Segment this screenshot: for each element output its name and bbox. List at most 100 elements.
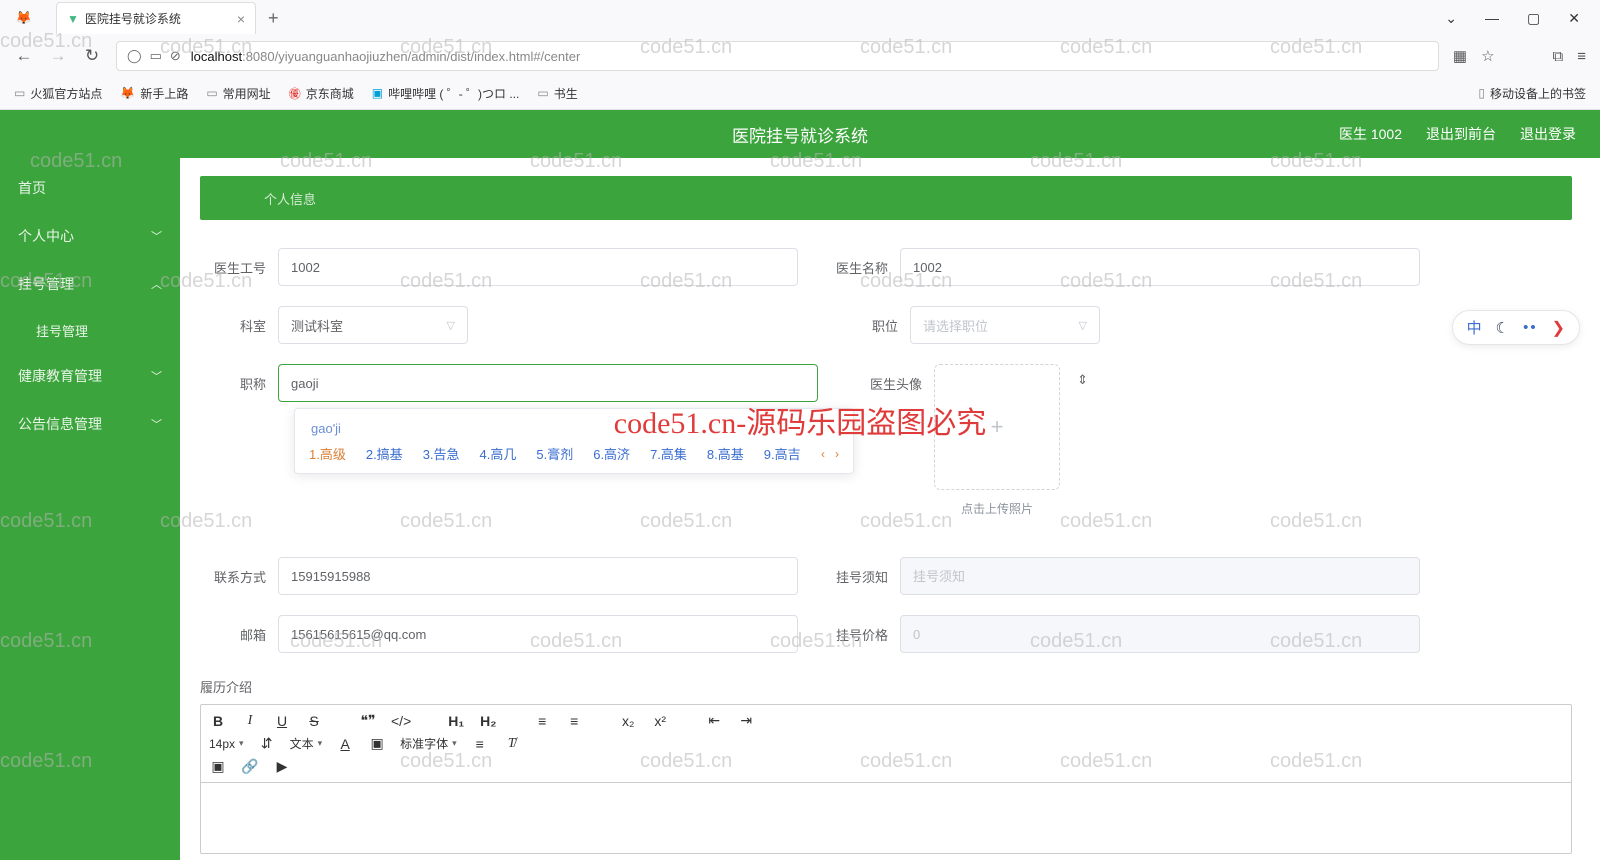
dept-label: 科室 (200, 306, 278, 335)
editor-content[interactable] (201, 783, 1571, 853)
reload-button[interactable]: ↻ (82, 46, 102, 66)
new-tab-button[interactable]: + (268, 8, 279, 29)
h2-button[interactable]: H₂ (479, 713, 497, 729)
more-icon[interactable]: •• (1523, 319, 1538, 336)
expand-arrow-icon[interactable]: ❯ (1552, 318, 1565, 338)
chevron-down-icon: ﹀ (151, 416, 162, 432)
bookmark-item[interactable]: ㊝京东商城 (289, 85, 354, 102)
firefox-logo-icon: 🦊 (10, 4, 38, 32)
sup-button[interactable]: x² (651, 713, 669, 729)
position-select[interactable]: 请选择职位▽ (910, 306, 1100, 344)
font-size-select[interactable]: 14px▾ (209, 737, 244, 751)
forward-button[interactable]: → (48, 46, 68, 66)
sidebar-item-home[interactable]: 首页 (0, 164, 180, 212)
mobile-bookmarks[interactable]: ▯移动设备上的书签 (1478, 85, 1586, 102)
bookmark-item[interactable]: ▭火狐官方站点 (14, 85, 102, 102)
minimize-icon[interactable]: — (1485, 10, 1499, 27)
ime-candidate-popup: gao'ji 1.高级 2.搞基 3.告急 4.高几 5.膏剂 6.高济 7.高… (294, 408, 854, 474)
doctor-name-input[interactable] (900, 248, 1420, 286)
app-header: 医院挂号就诊系统 医生 1002 退出到前台 退出登录 (0, 110, 1600, 158)
back-to-front-link[interactable]: 退出到前台 (1426, 124, 1496, 144)
close-window-icon[interactable]: ✕ (1568, 10, 1580, 27)
image-button[interactable]: ▣ (209, 758, 227, 775)
back-button[interactable]: ← (14, 46, 34, 66)
reader-mode-icon[interactable]: ▦ (1453, 47, 1467, 65)
logout-link[interactable]: 退出登录 (1520, 124, 1576, 144)
bookmark-star-icon[interactable]: ☆ (1481, 47, 1494, 65)
browser-tab[interactable]: ▼ 医院挂号就诊系统 × (56, 2, 256, 34)
floating-toolbar: 中 ☾ •• ❯ (1452, 310, 1580, 345)
font-color-button[interactable]: A (336, 736, 354, 752)
sidebar-item-registration[interactable]: 挂号管理︿ (0, 260, 180, 308)
link-button[interactable]: 🔗 (241, 758, 259, 775)
url-input[interactable]: ◯ ▭ ⊘ localhost:8080/yiyuanguanhaojiuzhe… (116, 41, 1439, 71)
menu-icon[interactable]: ≡ (1577, 48, 1586, 65)
ime-candidate[interactable]: 8.高基 (707, 444, 744, 463)
contact-input[interactable] (278, 557, 798, 595)
sub-button[interactable]: x₂ (619, 713, 637, 729)
bookmarks-bar: ▭火狐官方站点 🦊新手上路 ▭常用网址 ㊝京东商城 ▣哔哩哔哩 ( ゜- ゜)つ… (0, 76, 1600, 110)
quote-button[interactable]: ❝❞ (359, 712, 377, 729)
sidebar-item-profile[interactable]: 个人中心﹀ (0, 212, 180, 260)
video-button[interactable]: ▶ (273, 758, 291, 775)
app: 医院挂号就诊系统 医生 1002 退出到前台 退出登录 首页 个人中心﹀ 挂号管… (0, 110, 1600, 860)
tab-bar: 🦊 ▼ 医院挂号就诊系统 × + ⌄ — ▢ ✕ (0, 0, 1600, 36)
align-button[interactable]: ≡ (471, 736, 489, 752)
ime-candidate[interactable]: 2.搞基 (366, 444, 403, 463)
avatar-label: 医生头像 (856, 364, 934, 393)
bold-button[interactable]: B (209, 713, 227, 729)
ime-candidate[interactable]: 5.膏剂 (536, 444, 573, 463)
maximize-icon[interactable]: ▢ (1527, 10, 1540, 27)
ime-candidate[interactable]: 4.高几 (480, 444, 517, 463)
chevron-down-icon: ▽ (447, 319, 455, 332)
extensions-icon[interactable]: ⧉ (1553, 48, 1564, 65)
url-text: localhost:8080/yiyuanguanhaojiuzhen/admi… (191, 49, 581, 64)
italic-button[interactable]: I (241, 713, 259, 729)
indent-left-button[interactable]: ⇤ (705, 712, 723, 729)
ime-candidate[interactable]: 9.高吉 (764, 444, 801, 463)
strike-button[interactable]: S (305, 713, 323, 729)
ul-button[interactable]: ≡ (565, 713, 583, 729)
bg-color-button[interactable]: ▣ (368, 735, 386, 752)
bookmark-item[interactable]: ▭常用网址 (206, 85, 270, 102)
paragraph-select[interactable]: 文本▾ (290, 735, 323, 752)
notice-input[interactable] (900, 557, 1420, 595)
clear-format-button[interactable]: T̸ (503, 736, 521, 752)
lang-cn-button[interactable]: 中 (1467, 317, 1482, 338)
bookmark-item[interactable]: ▣哔哩哔哩 ( ゜- ゜)つロ ... (372, 85, 520, 102)
doctor-id-input[interactable] (278, 248, 798, 286)
close-tab-icon[interactable]: × (237, 11, 245, 27)
dept-select[interactable]: 测试科室▽ (278, 306, 468, 344)
ol-button[interactable]: ≡ (533, 713, 551, 729)
chevron-down-icon[interactable]: ⌄ (1445, 10, 1457, 27)
sidebar-item-announcement[interactable]: 公告信息管理﹀ (0, 400, 180, 448)
price-input[interactable] (900, 615, 1420, 653)
ime-candidate[interactable]: 7.高集 (650, 444, 687, 463)
bookmark-item[interactable]: ▭书生 (537, 85, 577, 102)
h1-button[interactable]: H₁ (447, 713, 465, 729)
indent-right-button[interactable]: ⇥ (737, 712, 755, 729)
moon-icon[interactable]: ☾ (1496, 319, 1509, 337)
permission-icon: ▭ (150, 48, 162, 64)
ime-candidate[interactable]: 6.高济 (593, 444, 630, 463)
sidebar-item-health-edu[interactable]: 健康教育管理﹀ (0, 352, 180, 400)
title-input[interactable] (278, 364, 818, 402)
avatar-upload[interactable]: + (934, 364, 1060, 490)
sidebar-sub-registration[interactable]: 挂号管理 (0, 308, 180, 352)
browser-chrome: 🦊 ▼ 医院挂号就诊系统 × + ⌄ — ▢ ✕ ← → ↻ ◯ ▭ ⊘ loc… (0, 0, 1600, 110)
ime-candidate[interactable]: 3.告急 (423, 444, 460, 463)
ime-candidate[interactable]: 1.高级 (309, 444, 346, 463)
underline-button[interactable]: U (273, 713, 291, 729)
bookmark-item[interactable]: 🦊新手上路 (120, 85, 188, 102)
font-family-select[interactable]: 标准字体▾ (400, 735, 457, 752)
editor-toolbar: B I U S ❝❞ </> H₁ H₂ (201, 705, 1571, 783)
email-input[interactable] (278, 615, 798, 653)
ime-prev-icon[interactable]: ‹ (821, 447, 825, 461)
header-right: 医生 1002 退出到前台 退出登录 (1339, 124, 1576, 144)
ime-typed: gao'ji (309, 417, 839, 444)
ime-next-icon[interactable]: › (835, 447, 839, 461)
user-label[interactable]: 医生 1002 (1339, 124, 1402, 144)
line-height-button[interactable]: ⇵ (258, 735, 276, 752)
code-button[interactable]: </> (391, 713, 411, 729)
price-label: 挂号价格 (822, 615, 900, 644)
